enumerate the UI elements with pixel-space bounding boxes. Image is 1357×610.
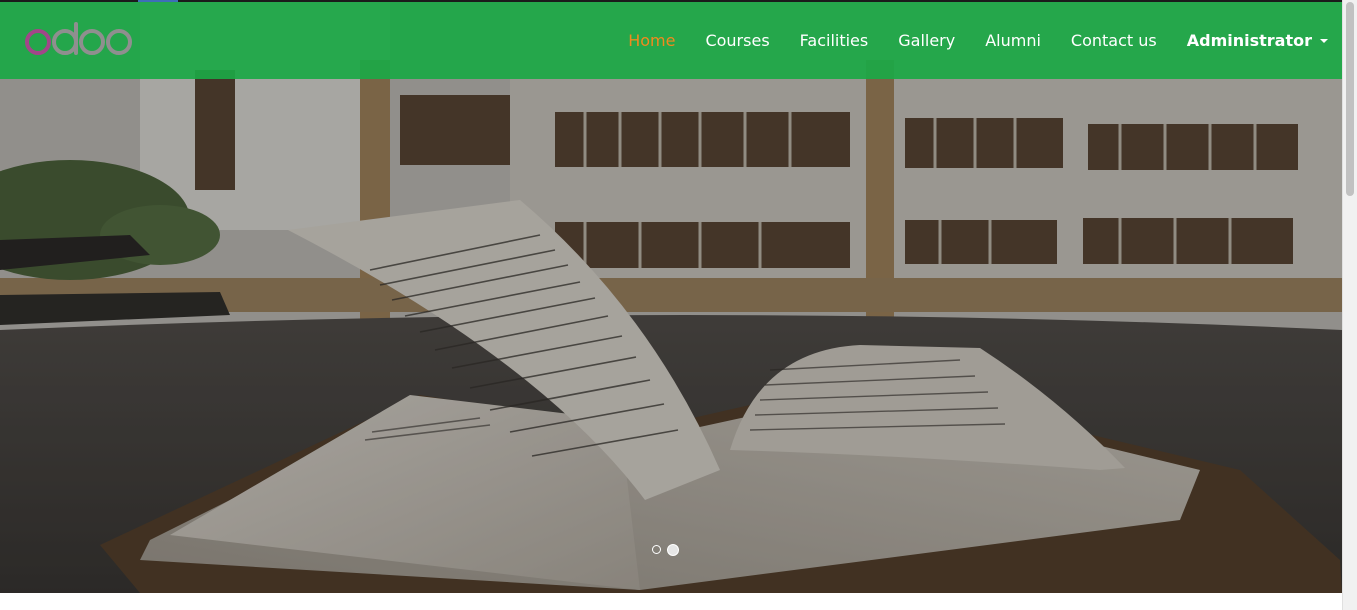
nav-link-gallery[interactable]: Gallery (883, 2, 970, 79)
caret-down-icon (1320, 38, 1328, 43)
user-menu-label: Administrator (1186, 31, 1312, 50)
page-scrollbar[interactable] (1342, 0, 1357, 610)
carousel-indicator-2[interactable] (667, 544, 679, 556)
odoo-logo[interactable] (24, 20, 134, 60)
carousel-indicator-1[interactable] (652, 545, 661, 554)
nav-link-courses[interactable]: Courses (690, 2, 784, 79)
hero-carousel-slide (0, 0, 1342, 593)
carousel-indicators (652, 544, 679, 556)
user-menu-dropdown[interactable]: Administrator (1172, 2, 1342, 79)
nav-link-facilities[interactable]: Facilities (785, 2, 884, 79)
top-navbar: Home Courses Facilities Gallery Alumni C… (0, 2, 1342, 79)
tab-indicator (138, 0, 178, 2)
odoo-logo-icon (25, 22, 132, 55)
scrollbar-thumb[interactable] (1346, 2, 1354, 196)
browser-top-strip (0, 0, 1342, 2)
nav-link-contact-us[interactable]: Contact us (1056, 2, 1172, 79)
hero-dark-overlay (0, 0, 1342, 593)
nav-link-home[interactable]: Home (613, 2, 690, 79)
main-nav-menu: Home Courses Facilities Gallery Alumni C… (613, 2, 1342, 79)
page: Home Courses Facilities Gallery Alumni C… (0, 0, 1357, 610)
nav-link-alumni[interactable]: Alumni (970, 2, 1056, 79)
